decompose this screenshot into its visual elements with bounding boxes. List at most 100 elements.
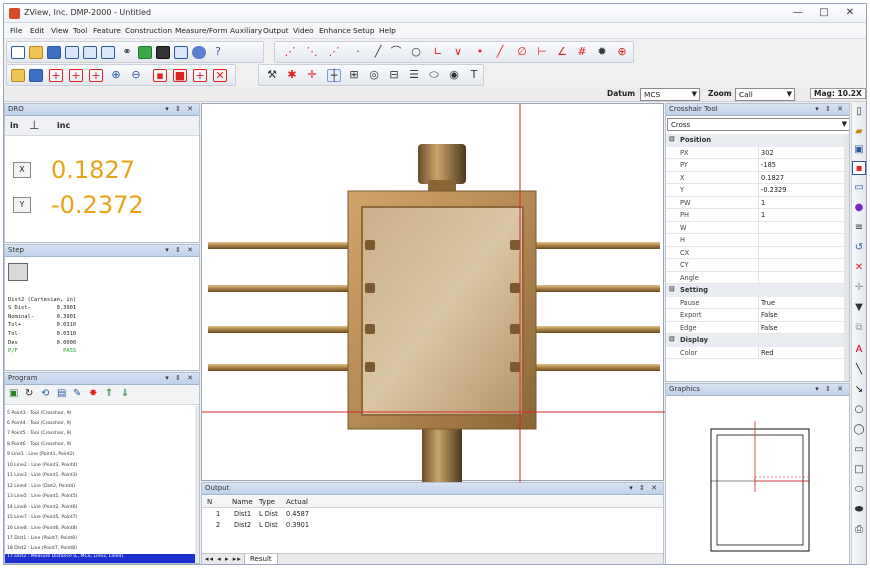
property-row[interactable]: PY -185 (666, 159, 844, 172)
property-row[interactable]: PW 1 (666, 196, 844, 209)
col-name[interactable]: Name (232, 498, 253, 506)
property-value[interactable]: 302 (761, 149, 774, 157)
report-icon[interactable] (65, 46, 79, 59)
grid-overlay2-icon[interactable]: + (69, 69, 83, 82)
property-value[interactable]: False (761, 324, 778, 332)
program-item[interactable]: 14 Line6 : Line (Point2, Point6) (7, 505, 77, 510)
undo-icon[interactable]: ↺ (852, 241, 866, 255)
table-row[interactable]: 2 Dist2 L Dist 0.3901 (202, 521, 663, 531)
menu-video[interactable]: Video (293, 26, 314, 35)
property-value[interactable]: True (761, 299, 775, 307)
property-row[interactable]: Y -0.2329 (666, 184, 844, 197)
property-row[interactable]: Pause True (666, 296, 844, 309)
col-n[interactable]: N (207, 498, 212, 506)
lock-icon[interactable]: ▪ (852, 161, 866, 175)
edge-point-icon[interactable]: ⋰ (327, 46, 341, 59)
panel-pin-icon[interactable]: ▾ ⇕ ✕ (815, 384, 845, 395)
program-item[interactable]: 8 Point6 : Tool (Crosshair, 9) (7, 442, 71, 447)
axis-icon[interactable]: ⊥ (29, 118, 39, 132)
units-left[interactable]: in (10, 121, 18, 130)
line-tool-icon[interactable]: ⊟ (387, 69, 401, 82)
page-icon[interactable]: ▯ (852, 105, 866, 119)
property-row[interactable]: X 0.1827 (666, 171, 844, 184)
angle-measure-icon[interactable]: ∠ (555, 46, 569, 59)
oval-draw-icon[interactable]: ⬬ (852, 503, 866, 517)
layers-icon[interactable]: ≡ (852, 221, 866, 235)
multi-point-icon[interactable]: ⋱ (305, 46, 319, 59)
open-folder-icon[interactable] (29, 46, 43, 59)
step-back-icon[interactable]: ⟲ (41, 388, 49, 399)
section-display[interactable]: ⊟ Display (666, 334, 844, 347)
link-icon[interactable]: ⚭ (120, 46, 134, 59)
step-thumbnail-icon[interactable] (8, 263, 28, 281)
menu-enhance[interactable]: Enhance (319, 26, 351, 35)
auto-edge-icon[interactable]: ✛ (305, 69, 319, 82)
program-item[interactable]: 12 Line4 : Line (Dist2, Point4) (7, 484, 75, 489)
ellipse-tool-icon[interactable]: ⬭ (427, 69, 441, 82)
menu-feature[interactable]: Feature (93, 26, 121, 35)
list-icon[interactable]: ▤ (57, 388, 66, 399)
minimize-button[interactable]: — (786, 6, 810, 20)
program-item[interactable]: 16 Line8 : Line (Point6, Point8) (7, 526, 77, 531)
line-draw-icon[interactable]: ╲ (852, 363, 866, 377)
section-setting[interactable]: ⊟ Setting (666, 284, 844, 297)
maximize-button[interactable]: □ (812, 6, 836, 20)
property-row[interactable]: CX (666, 246, 844, 259)
grid-overlay3-icon[interactable]: + (89, 69, 103, 82)
line-icon[interactable]: ╱ (371, 46, 385, 59)
panel-pin-icon[interactable]: ▾ ⇕ ✕ (165, 104, 195, 115)
property-value[interactable]: 0.1827 (761, 174, 784, 182)
panel-pin-icon[interactable]: ▾ ⇕ ✕ (165, 245, 195, 256)
program-item[interactable]: 6 Point4 : Tool (Crosshair, 9) (7, 421, 71, 426)
tab-result[interactable]: Result (244, 554, 278, 564)
program-item[interactable]: 9 Line1 : Line (Point1, Point2) (7, 452, 75, 457)
property-value[interactable]: -0.2329 (761, 186, 786, 194)
grid-icon[interactable]: # (575, 46, 589, 59)
cross-tool-icon[interactable]: ┼ (327, 69, 341, 82)
point-tool-icon[interactable]: ⋰ (283, 46, 297, 59)
col-type[interactable]: Type (259, 498, 275, 506)
property-row[interactable]: Color Red (666, 346, 844, 359)
property-row[interactable]: CY (666, 259, 844, 272)
window-icon[interactable]: ▭ (852, 181, 866, 195)
menu-help[interactable]: Help (379, 26, 396, 35)
ring-tool-icon[interactable]: ◉ (447, 69, 461, 82)
video-view[interactable] (201, 103, 665, 484)
move-icon[interactable]: ✛ (852, 281, 866, 295)
angle-line-icon[interactable]: ∟ (431, 46, 445, 59)
stop-icon[interactable]: ■ (173, 69, 187, 82)
circle-tool-icon[interactable]: ◎ (367, 69, 381, 82)
point-red-icon[interactable]: • (473, 46, 487, 59)
program-item[interactable]: 15 Line7 : Line (Point5, Point7) (7, 515, 77, 520)
circle-icon[interactable]: ○ (409, 46, 423, 59)
move-up-icon[interactable]: ⇑ (105, 388, 113, 399)
print-draw-icon[interactable]: ⎙ (852, 523, 866, 537)
crosshair-type-select[interactable]: Cross ▼ (667, 118, 849, 131)
camera-icon[interactable] (174, 46, 188, 59)
new-file-icon[interactable] (11, 46, 25, 59)
menu-auxiliary[interactable]: Auxiliary (230, 26, 262, 35)
property-row[interactable]: W (666, 221, 844, 234)
menu-construction[interactable]: Construction (125, 26, 172, 35)
close-button[interactable]: ✕ (838, 6, 862, 20)
fit-icon[interactable]: ▣ (852, 143, 866, 157)
property-value[interactable]: 1 (761, 199, 765, 207)
property-value[interactable]: 1 (761, 211, 765, 219)
table-icon[interactable] (101, 46, 115, 59)
distance-icon[interactable]: ⊢ (535, 46, 549, 59)
v-shape-icon[interactable]: ∨ (451, 46, 465, 59)
folder-icon[interactable]: ▰ (852, 125, 866, 139)
text-icon[interactable]: A (852, 343, 866, 357)
delete-feature-icon[interactable]: ✕ (852, 261, 866, 275)
col-actual[interactable]: Actual (286, 498, 308, 506)
ellipse-draw-icon[interactable]: ⬭ (852, 483, 866, 497)
circle-draw-icon[interactable]: ◯ (852, 423, 866, 437)
property-value[interactable]: -185 (761, 161, 776, 169)
menu-view[interactable]: View (51, 26, 69, 35)
arrow-draw-icon[interactable]: ↘ (852, 383, 866, 397)
property-row[interactable]: Export False (666, 309, 844, 322)
move-down-icon[interactable]: ⇓ (121, 388, 129, 399)
t-tool-icon[interactable]: T (467, 69, 481, 82)
section-position[interactable]: ⊟ Position (666, 134, 844, 147)
program-item[interactable]: 13 Line5 : Line (Point1, Point5) (7, 494, 77, 499)
